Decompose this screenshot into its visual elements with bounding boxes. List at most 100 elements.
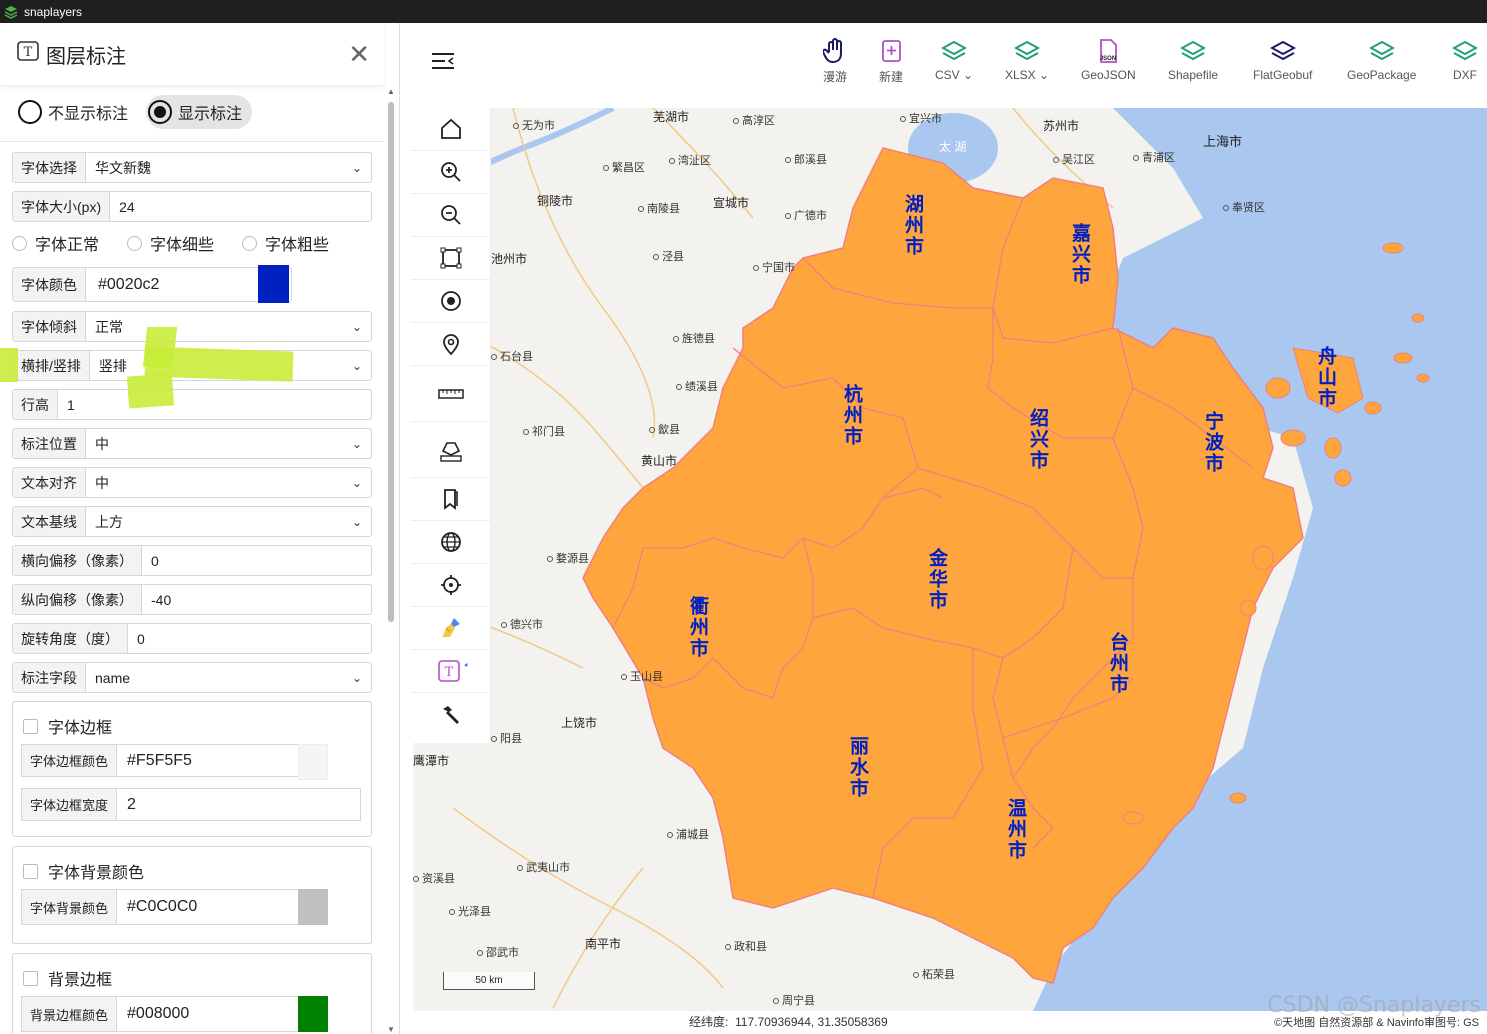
border-color-value[interactable]: #008000 — [117, 1005, 189, 1023]
stroke-color-input[interactable]: 字体边框颜色 #F5F5F5 — [21, 744, 311, 777]
stroke-color-swatch[interactable] — [298, 744, 328, 780]
scale-bar: 50 km — [443, 972, 535, 990]
place-label: 青浦区 — [1133, 149, 1175, 165]
svg-text:T: T — [24, 45, 33, 60]
offset-y-input[interactable]: 纵向偏移（像素） -40 — [12, 584, 372, 615]
target-icon[interactable] — [411, 280, 491, 323]
font-size-value[interactable]: 24 — [110, 199, 371, 215]
shapefile-button[interactable]: Shapefile — [1168, 37, 1218, 82]
panel-title: 图层标注 — [46, 45, 126, 68]
offset-x-value[interactable]: 0 — [142, 553, 371, 569]
baseline-select[interactable]: 文本基线 上方 ⌄ — [12, 506, 372, 537]
place-label: 鹰潭市 — [413, 754, 450, 768]
csv-label: CSV — [935, 68, 960, 82]
weight-bold-label: 字体粗些 — [265, 237, 330, 254]
label-field-select[interactable]: 标注字段 name ⌄ — [12, 662, 372, 693]
map-canvas[interactable]: 芜湖市 无为市 高淳区 宜兴市 苏州市 上海市 繁昌区 湾沚区 郎溪县 吴江区 … — [413, 108, 1487, 1011]
place-label: 上海市 — [1203, 134, 1243, 149]
clear-brush-icon[interactable] — [411, 607, 491, 650]
weight-bold-option[interactable]: 字体粗些 — [242, 231, 329, 255]
json-file-icon: JSON — [1094, 37, 1122, 65]
stroke-color-value[interactable]: #F5F5F5 — [117, 752, 192, 770]
offset-x-input[interactable]: 横向偏移（像素） 0 — [12, 545, 372, 576]
scroll-thumb[interactable] — [388, 102, 394, 622]
font-color-input[interactable]: 字体颜色 #0020c2 — [12, 267, 292, 302]
ruler-icon[interactable] — [411, 366, 491, 422]
csv-button[interactable]: CSV ⌄ — [935, 37, 973, 82]
font-color-swatch[interactable] — [258, 265, 289, 303]
scroll-up-icon[interactable]: ▲ — [386, 87, 396, 96]
label-settings-panel: T 图层标注 ✕ 不显示标注 显示标注 字体选择 华文新魏 ⌄ 字体大小(px)… — [0, 23, 400, 1034]
new-button[interactable]: 新建 — [877, 37, 905, 85]
place-label: 泾县 — [653, 248, 684, 264]
label-tool-icon[interactable]: T — [411, 650, 491, 693]
border-color-swatch[interactable] — [298, 996, 328, 1032]
xlsx-button[interactable]: XLSX ⌄ — [1005, 37, 1049, 82]
line-height-input[interactable]: 行高 1 — [12, 389, 372, 420]
menu-collapse-icon[interactable] — [431, 51, 455, 71]
offset-y-value[interactable]: -40 — [142, 592, 371, 608]
orientation-label: 横排/竖排 — [13, 351, 90, 380]
dxf-button[interactable]: DXF — [1451, 37, 1479, 82]
show-labels-option[interactable]: 显示标注 — [146, 95, 253, 129]
font-bg-checkbox[interactable] — [23, 863, 38, 879]
bg-border-group: 背景边框 背景边框颜色 #008000 — [12, 953, 372, 1034]
stroke-width-label: 字体边框宽度 — [22, 789, 118, 820]
place-label: 德兴市 — [501, 616, 543, 632]
hide-labels-option[interactable]: 不显示标注 — [16, 95, 138, 129]
stroke-width-value[interactable]: 2 — [117, 796, 136, 814]
zoom-in-icon[interactable] — [411, 151, 491, 194]
font-size-input[interactable]: 字体大小(px) 24 — [12, 191, 372, 222]
app-title: snaplayers — [24, 4, 83, 19]
font-select[interactable]: 字体选择 华文新魏 ⌄ — [12, 152, 372, 183]
position-select[interactable]: 标注位置 中 ⌄ — [12, 428, 372, 459]
zoom-out-icon[interactable] — [411, 194, 491, 237]
hammer-icon[interactable] — [411, 693, 491, 736]
highlight-mark — [126, 373, 175, 409]
rotate-value[interactable]: 0 — [128, 631, 371, 647]
chevron-down-icon: ⌄ — [351, 160, 363, 175]
chevron-down-icon: ⌄ — [963, 68, 974, 82]
align-select[interactable]: 文本对齐 中 ⌄ — [12, 467, 372, 498]
weight-thin-option[interactable]: 字体细些 — [127, 231, 214, 255]
panel-scrollbar[interactable]: ▲ ▼ — [386, 87, 396, 1034]
stroke-width-input[interactable]: 字体边框宽度 2 — [21, 788, 361, 821]
home-icon[interactable] — [411, 108, 491, 151]
pan-button[interactable]: 漫游 — [821, 37, 849, 85]
border-color-input[interactable]: 背景边框颜色 #008000 — [21, 996, 311, 1032]
close-icon[interactable]: ✕ — [348, 41, 370, 67]
place-label: 池州市 — [491, 252, 528, 266]
weight-normal-option[interactable]: 字体正常 — [12, 231, 99, 255]
scroll-down-icon[interactable]: ▼ — [386, 1025, 396, 1034]
region-label-wenzhou: 温州市 — [1005, 798, 1027, 861]
pan-label: 漫游 — [822, 70, 847, 84]
bookmark-icon[interactable] — [411, 478, 491, 521]
window-titlebar: snaplayers — [0, 0, 1487, 23]
place-label: 宁国市 — [753, 259, 795, 275]
geojson-button[interactable]: JSON GeoJSON — [1081, 37, 1136, 82]
crosshair-icon[interactable] — [411, 564, 491, 607]
region-label-ningbo: 宁波市 — [1202, 411, 1224, 474]
geopackage-button[interactable]: GeoPackage — [1347, 37, 1416, 82]
italic-select[interactable]: 字体倾斜 正常 ⌄ — [12, 311, 372, 342]
globe-icon[interactable] — [411, 521, 491, 564]
bg-color-input[interactable]: 字体背景颜色 #C0C0C0 — [21, 889, 311, 925]
location-pin-icon[interactable] — [411, 323, 491, 366]
baseline-value: 上方 — [95, 513, 123, 530]
bg-color-swatch[interactable] — [298, 889, 328, 925]
font-stroke-checkbox[interactable] — [23, 718, 38, 734]
highlight-mark — [0, 348, 18, 382]
place-label: 婺源县 — [547, 550, 589, 566]
line-height-value[interactable]: 1 — [58, 397, 371, 413]
rotate-input[interactable]: 旋转角度（度） 0 — [12, 623, 372, 654]
label-field-label: 标注字段 — [13, 663, 86, 692]
xlsx-label: XLSX — [1005, 68, 1036, 82]
bg-color-value[interactable]: #C0C0C0 — [117, 898, 197, 916]
flatgeobuf-button[interactable]: FlatGeobuf — [1253, 37, 1312, 82]
region-label-lishui: 丽水市 — [847, 736, 869, 799]
area-measure-icon[interactable] — [411, 422, 491, 478]
shapefile-label: Shapefile — [1168, 68, 1219, 82]
extent-icon[interactable] — [411, 237, 491, 280]
bg-border-checkbox[interactable] — [23, 970, 38, 986]
place-label: 苏州市 — [1043, 119, 1080, 133]
